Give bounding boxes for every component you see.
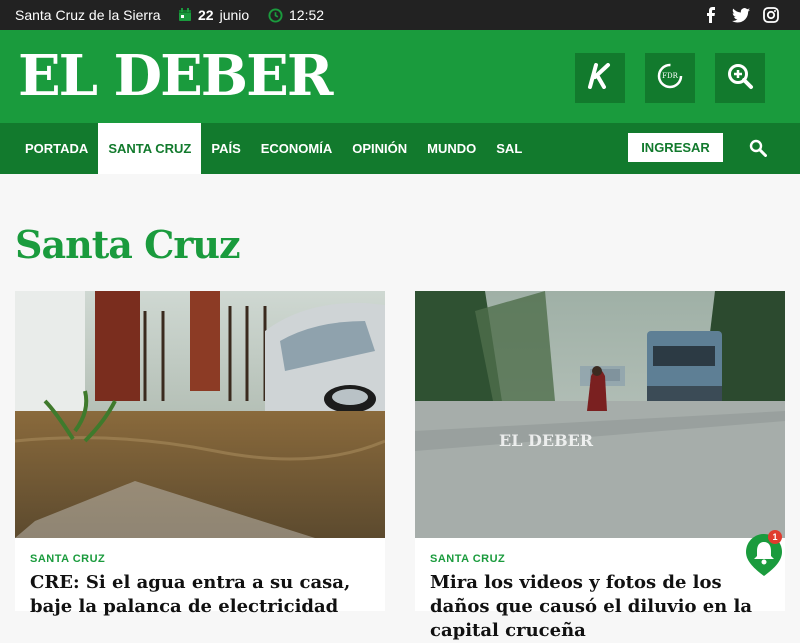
- fdr-label: FDR: [662, 72, 678, 80]
- date-month: junio: [219, 7, 250, 23]
- card-headline[interactable]: Mira los videos y fotos de los daños que…: [430, 571, 775, 643]
- news-card[interactable]: SANTA CRUZ CRE: Si el agua entra a su ca…: [15, 291, 385, 617]
- section-title: Santa Cruz: [15, 222, 241, 267]
- social-links: [702, 6, 780, 24]
- city-name: Santa Cruz de la Sierra: [15, 7, 161, 23]
- notification-bell[interactable]: 1: [744, 530, 784, 576]
- search-icon: [749, 139, 767, 157]
- login-button[interactable]: INGRESAR: [628, 133, 723, 162]
- main-content: Santa Cruz SANTA CRUZ CRE: Si el agua en…: [0, 174, 800, 641]
- main-navigation: PORTADA SANTA CRUZ PAÍS ECONOMÍA OPINIÓN…: [0, 123, 800, 174]
- zoom-plus-icon: [726, 62, 754, 95]
- card-headline[interactable]: CRE: Si el agua entra a su casa, baje la…: [30, 571, 375, 619]
- top-bar: Santa Cruz de la Sierra 22 junio 12:52: [0, 0, 800, 30]
- nav-item-salud[interactable]: SALUD Y BIENESTAR: [486, 123, 523, 174]
- news-card[interactable]: EL DEBER SANTA CRUZ Mira los videos y fo…: [415, 291, 785, 641]
- nav-item-portada[interactable]: PORTADA: [15, 123, 98, 174]
- nav-item-opinion[interactable]: OPINIÓN: [342, 123, 417, 174]
- zoom-button[interactable]: [715, 53, 765, 103]
- fdr-icon: FDR: [656, 62, 684, 95]
- time-display: 12:52: [268, 7, 324, 23]
- card-category[interactable]: SANTA CRUZ: [430, 553, 505, 565]
- k-icon: [586, 62, 614, 94]
- search-button[interactable]: [746, 136, 770, 160]
- facebook-icon[interactable]: [702, 6, 720, 24]
- card-category[interactable]: SANTA CRUZ: [30, 553, 105, 565]
- nav-item-santa-cruz[interactable]: SANTA CRUZ: [98, 123, 202, 174]
- time-value: 12:52: [289, 7, 325, 23]
- site-header: EL DEBER FDR: [0, 30, 800, 123]
- nav-item-pais[interactable]: PAÍS: [201, 123, 250, 174]
- calendar-icon: [179, 8, 191, 21]
- twitter-icon[interactable]: [732, 6, 750, 24]
- instagram-icon[interactable]: [762, 6, 780, 24]
- site-logo[interactable]: EL DEBER: [18, 46, 333, 106]
- date-day: 22: [198, 7, 214, 23]
- nav-item-economia[interactable]: ECONOMÍA: [251, 123, 343, 174]
- nav-item-mundo[interactable]: MUNDO: [417, 123, 486, 174]
- notification-count-badge: 1: [768, 530, 782, 544]
- clock-icon: [268, 7, 283, 23]
- image-watermark: EL DEBER: [499, 431, 594, 450]
- fdr-button[interactable]: FDR: [645, 53, 695, 103]
- news-image-flooded-street[interactable]: EL DEBER: [415, 291, 785, 538]
- date-display: 22 junio: [178, 7, 249, 23]
- news-image-flooded-house[interactable]: [15, 291, 385, 538]
- k-button[interactable]: [575, 53, 625, 103]
- nav-items: PORTADA SANTA CRUZ PAÍS ECONOMÍA OPINIÓN…: [15, 123, 523, 174]
